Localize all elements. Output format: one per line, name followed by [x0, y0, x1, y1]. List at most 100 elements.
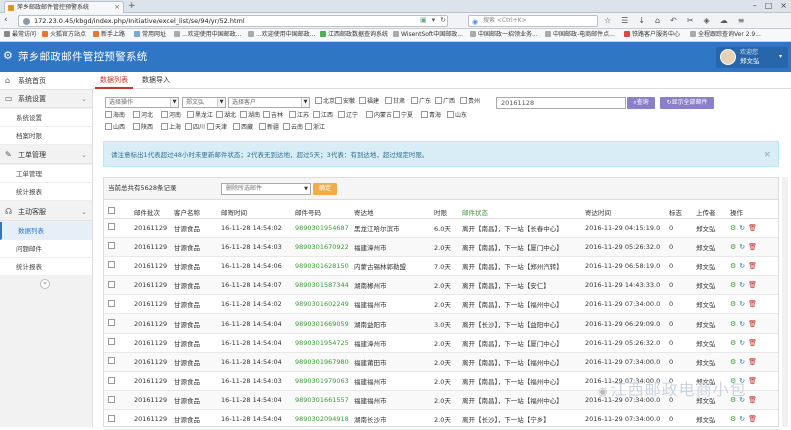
row-checkbox[interactable]	[108, 280, 115, 288]
settings-icon[interactable]: ⚙	[730, 281, 736, 289]
tracking-number-link[interactable]: 9890301661557	[291, 390, 350, 411]
refresh-icon[interactable]: ↻	[739, 224, 745, 232]
province-checkbox[interactable]: 广东	[411, 97, 431, 106]
sidebar-subitem-reports[interactable]: 统计报表	[0, 258, 92, 276]
tracking-number-link[interactable]: 9890301628150	[291, 256, 350, 277]
row-checkbox[interactable]	[108, 338, 115, 346]
province-checkbox[interactable]: 江苏	[289, 111, 309, 120]
settings-icon[interactable]: ⚙	[730, 415, 736, 423]
province-checkbox[interactable]: 福建	[359, 97, 379, 106]
column-header[interactable]: 邮件批次	[130, 206, 170, 219]
column-header[interactable]: 寄达地	[350, 206, 430, 219]
sidebar-item-home[interactable]: ⌂ 系统首页	[0, 72, 93, 90]
tab-data-list[interactable]: 数据列表	[95, 72, 133, 89]
refresh-icon[interactable]: ↻	[739, 281, 745, 289]
table-row[interactable]: 20161129 甘源食品 16-11-28 14:54:07 98903015873…	[104, 275, 778, 296]
refresh-icon[interactable]: ↻	[739, 320, 745, 328]
menu-icon[interactable]: ≡	[738, 15, 745, 26]
row-checkbox[interactable]	[108, 395, 115, 403]
row-checkbox[interactable]	[108, 242, 115, 250]
tracking-number-link[interactable]: 9890301602249	[291, 294, 350, 315]
sidebar-subitem-ticket-management[interactable]: 工单管理	[0, 165, 92, 183]
province-checkbox[interactable]: 山西	[105, 123, 125, 132]
column-header[interactable]: 邮件状态	[458, 206, 515, 219]
province-checkbox[interactable]: 吉林	[263, 111, 283, 120]
table-row[interactable]: 20161129 甘源食品 16-11-28 14:54:04 98903020949…	[104, 409, 778, 430]
row-checkbox[interactable]	[108, 319, 115, 327]
delete-icon[interactable]: 🗑	[748, 415, 757, 423]
sidebar-subitem-problem-mail[interactable]: 问题邮件	[0, 240, 92, 258]
province-checkbox[interactable]: 山东	[447, 111, 467, 120]
delete-icon[interactable]: 🗑	[748, 320, 757, 328]
tracking-number-link[interactable]: 9890301979063	[291, 371, 350, 392]
operation-select[interactable]: 选择操作 ▼	[105, 97, 179, 108]
qr-icon[interactable]: ▣	[420, 15, 427, 25]
tracking-number-link[interactable]: 9890301954687	[291, 218, 350, 238]
row-checkbox[interactable]	[108, 414, 115, 422]
refresh-icon[interactable]: ↻	[739, 339, 745, 347]
sidebar-subitem-system-settings[interactable]: 系统设置	[0, 109, 92, 127]
province-checkbox[interactable]: 广西	[435, 97, 455, 106]
table-row[interactable]: 20161129 甘源食品 16-11-28 14:54:03 98903016709…	[104, 237, 778, 257]
province-checkbox[interactable]: 陕西	[133, 123, 153, 132]
bookmark-item[interactable]: 最常访问	[4, 29, 36, 41]
column-header[interactable]: 客户名称	[170, 206, 217, 219]
province-checkbox[interactable]: 北京	[315, 97, 335, 106]
dropdown-icon[interactable]: ▾	[432, 15, 436, 25]
sync-icon[interactable]: ☁	[720, 15, 728, 26]
row-checkbox[interactable]	[108, 223, 115, 231]
confirm-button[interactable]: 确定	[313, 183, 337, 195]
province-checkbox[interactable]: 新疆	[259, 123, 279, 132]
province-checkbox[interactable]: 四川	[185, 123, 205, 132]
province-checkbox[interactable]: 甘肃	[385, 97, 405, 106]
bookmark-item[interactable]: WisentSoft中国邮政...	[393, 29, 463, 41]
column-header[interactable]: 时限	[430, 206, 458, 219]
browser-tab[interactable]: 萍乡邮政邮件管控预警系统 ×	[4, 1, 124, 13]
bookmark-item[interactable]: ...欢迎使用中国邮政...	[174, 29, 241, 41]
bookmark-item[interactable]: 江西邮政数据查询系统	[320, 29, 388, 41]
refresh-icon[interactable]: ↻	[739, 243, 745, 251]
reload-icon[interactable]: ↻	[440, 15, 446, 25]
province-checkbox[interactable]: 辽宁	[338, 111, 358, 120]
bookmark-item[interactable]: ...欢迎使用中国邮政...	[248, 29, 315, 41]
settings-icon[interactable]: ⚙	[730, 300, 736, 308]
province-checkbox[interactable]: 安徽	[335, 97, 355, 106]
sidebar-subitem-data-list[interactable]: 数据列表	[0, 222, 92, 240]
settings-icon[interactable]: ⚙	[730, 358, 736, 366]
delete-icon[interactable]: 🗑	[748, 396, 757, 404]
province-checkbox[interactable]: 江西	[313, 111, 333, 120]
column-header[interactable]	[555, 206, 581, 219]
refresh-icon[interactable]: ↻	[739, 300, 745, 308]
table-row[interactable]: 20161129 甘源食品 16-11-28 14:54:06 98903016281…	[104, 256, 778, 277]
back-icon[interactable]: ‹	[4, 15, 8, 26]
tracking-number-link[interactable]: 9890301967980	[291, 352, 350, 373]
column-header[interactable]: 上传者	[692, 206, 726, 219]
settings-icon[interactable]: ⚙	[730, 224, 736, 232]
delete-icon[interactable]: 🗑	[748, 339, 757, 347]
province-checkbox[interactable]: 宁夏	[393, 111, 413, 120]
delete-icon[interactable]: 🗑	[748, 281, 757, 289]
province-checkbox[interactable]: 黑龙江	[187, 111, 213, 120]
province-checkbox[interactable]: 上海	[161, 123, 181, 132]
row-checkbox[interactable]	[108, 357, 115, 365]
table-row[interactable]: 20161129 甘源食品 16-11-28 14:54:04 98903019679…	[104, 352, 778, 373]
province-checkbox[interactable]: 贵州	[460, 97, 480, 106]
bookmark-item[interactable]: 新手上路	[93, 29, 125, 41]
settings-icon[interactable]: ⚙	[730, 243, 736, 251]
user-select[interactable]: 郑文弘 ▼	[182, 97, 226, 108]
collapse-sidebar-icon[interactable]: «	[40, 279, 50, 289]
tracking-number-link[interactable]: 9890301669059	[291, 313, 350, 334]
tracking-number-link[interactable]: 9890301587344	[291, 275, 350, 296]
bookmark-item[interactable]: 铁路客户服务中心	[624, 29, 680, 41]
home-icon[interactable]: ⌂	[655, 15, 660, 26]
delete-icon[interactable]: 🗑	[748, 262, 757, 270]
download-icon[interactable]: ↓	[638, 15, 645, 26]
column-header[interactable]: 标志	[665, 206, 692, 219]
close-window-icon[interactable]: ×	[780, 0, 787, 12]
show-all-button[interactable]: ↻显示全部邮件	[660, 97, 714, 109]
row-checkbox[interactable]	[108, 261, 115, 269]
row-checkbox[interactable]	[108, 376, 115, 384]
bookmark-item[interactable]: 火狐官方站点	[42, 29, 86, 41]
extension-icon[interactable]: ◈	[704, 15, 710, 26]
column-header[interactable]: 邮寄时间	[217, 206, 291, 219]
